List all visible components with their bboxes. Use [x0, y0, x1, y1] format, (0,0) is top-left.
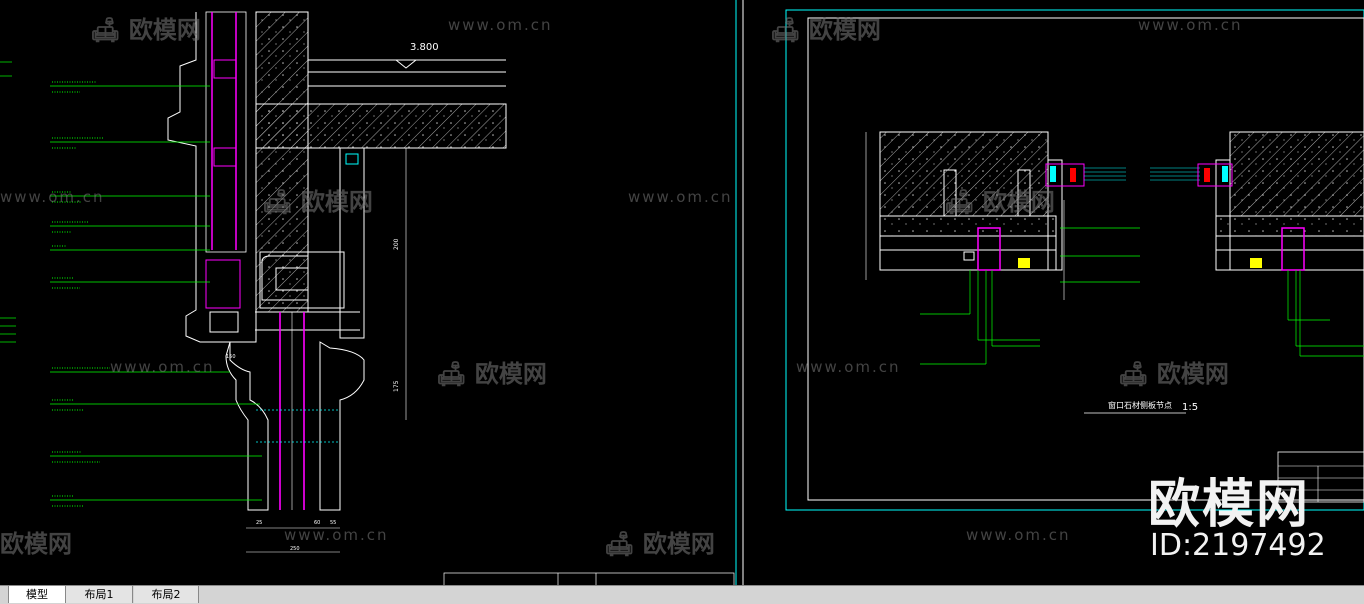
watermark-url: www.om.cn: [0, 188, 105, 206]
watermark-url: www.om.cn: [284, 526, 389, 544]
watermark-url: www.om.cn: [628, 188, 733, 206]
cad-model-space[interactable]: 3.800 200 175 25 60 55 250 150 窗口石材侧板节点 …: [0, 0, 1364, 588]
watermark-url: www.om.cn: [796, 358, 901, 376]
dim-label-175: 175: [393, 380, 400, 392]
watermark-logo: 🛋 欧模网: [604, 530, 715, 558]
watermark-logo: 欧模网: [0, 530, 72, 558]
tab-layout2[interactable]: 布局2: [134, 586, 199, 603]
watermark-logo: 🛋 欧模网: [90, 16, 201, 44]
watermark-model-id: ID:2197492: [1150, 528, 1326, 563]
watermark-url: www.om.cn: [966, 526, 1071, 544]
scale-label: 1:5: [1182, 402, 1198, 413]
dim-label-200: 200: [393, 238, 400, 250]
layout-frame-inner: [807, 17, 1364, 501]
watermark-logo: 🛋 欧模网: [944, 188, 1055, 216]
dim-label-150: 150: [226, 354, 236, 360]
dim-label-250: 250: [290, 546, 300, 552]
tab-layout1[interactable]: 布局1: [66, 586, 133, 603]
watermark-logo: 🛋 欧模网: [436, 360, 547, 388]
right-section-detail: 窗口石材侧板节点 1:5: [865, 131, 1364, 503]
left-section-detail: 3.800 200 175 25 60 55 250 150: [0, 11, 735, 588]
layout-frame-outer: [785, 9, 1364, 511]
detail-title: 窗口石材侧板节点: [1108, 400, 1172, 410]
elevation-label: 3.800: [410, 42, 439, 53]
watermark-large-logo: 欧模网: [1148, 475, 1311, 535]
watermark-logo: 🛋 欧模网: [770, 16, 881, 44]
watermark-logo: 🛋 欧模网: [1118, 360, 1229, 388]
watermark-logo: 🛋 欧模网: [262, 188, 373, 216]
watermark-url: www.om.cn: [110, 358, 215, 376]
layout-tab-bar: 模型 布局1 布局2: [0, 585, 1364, 604]
watermark-url: www.om.cn: [1138, 16, 1243, 34]
dim-label-25: 25: [256, 520, 262, 526]
tab-model[interactable]: 模型: [8, 586, 66, 603]
watermark-url: www.om.cn: [448, 16, 553, 34]
